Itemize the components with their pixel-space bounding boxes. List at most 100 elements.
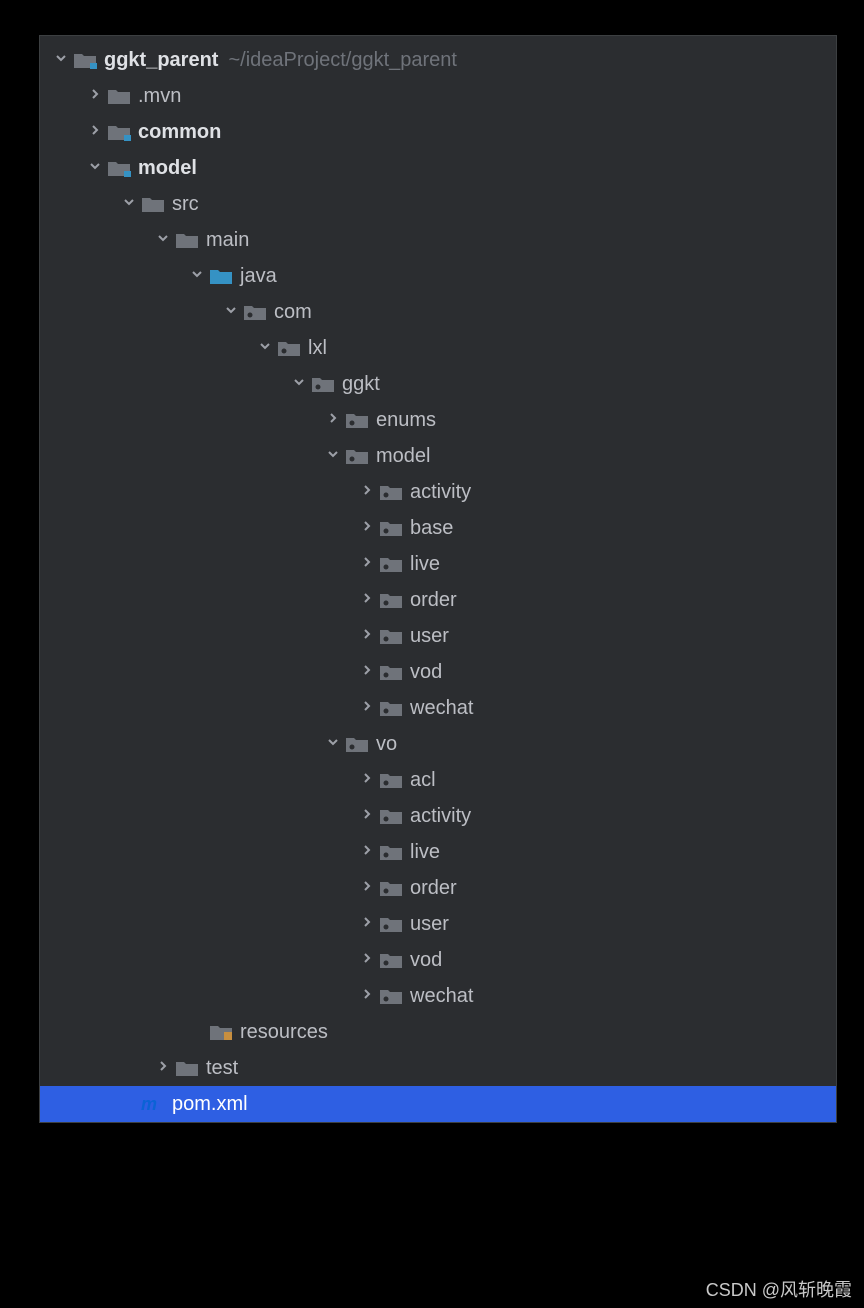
package-icon [378, 625, 404, 647]
package-icon [378, 589, 404, 611]
tree-item-pom[interactable]: m pom.xml [40, 1086, 836, 1122]
folder-icon [174, 1057, 200, 1079]
maven-file-icon: m [140, 1093, 166, 1115]
tree-label: base [410, 510, 453, 546]
tree-item-model-pkg[interactable]: model [40, 438, 836, 474]
package-icon [378, 877, 404, 899]
chevron-right-icon [84, 78, 106, 114]
package-icon [378, 553, 404, 575]
chevron-down-icon [220, 294, 242, 330]
tree-label: main [206, 222, 249, 258]
chevron-down-icon [254, 330, 276, 366]
folder-icon [106, 85, 132, 107]
chevron-down-icon [322, 438, 344, 474]
chevron-down-icon [322, 726, 344, 762]
tree-item-java[interactable]: java [40, 258, 836, 294]
tree-item-vo-live[interactable]: live [40, 834, 836, 870]
tree-item-vo-activity[interactable]: activity [40, 798, 836, 834]
tree-label: wechat [410, 690, 473, 726]
tree-item-mvn[interactable]: .mvn [40, 78, 836, 114]
chevron-right-icon [356, 510, 378, 546]
package-icon [378, 769, 404, 791]
chevron-right-icon [356, 798, 378, 834]
chevron-right-icon [356, 618, 378, 654]
chevron-right-icon [356, 870, 378, 906]
tree-label: live [410, 834, 440, 870]
chevron-right-icon [356, 474, 378, 510]
tree-label: com [274, 294, 312, 330]
tree-label: enums [376, 402, 436, 438]
tree-label: activity [410, 474, 471, 510]
tree-item-vod[interactable]: vod [40, 654, 836, 690]
tree-label: ggkt_parent [104, 42, 218, 78]
package-icon [378, 841, 404, 863]
tree-item-activity[interactable]: activity [40, 474, 836, 510]
tree-label: test [206, 1050, 238, 1086]
tree-label: vo [376, 726, 397, 762]
package-icon [242, 301, 268, 323]
tree-label: activity [410, 798, 471, 834]
chevron-right-icon [84, 114, 106, 150]
tree-item-vo-user[interactable]: user [40, 906, 836, 942]
tree-item-user[interactable]: user [40, 618, 836, 654]
tree-item-vo-acl[interactable]: acl [40, 762, 836, 798]
chevron-right-icon [356, 762, 378, 798]
tree-item-live[interactable]: live [40, 546, 836, 582]
tree-item-base[interactable]: base [40, 510, 836, 546]
tree-item-lxl[interactable]: lxl [40, 330, 836, 366]
tree-label: user [410, 906, 449, 942]
project-tree: ggkt_parent ~/ideaProject/ggkt_parent .m… [40, 42, 836, 1122]
module-folder-icon [106, 157, 132, 179]
tree-item-vo-wechat[interactable]: wechat [40, 978, 836, 1014]
tree-item-com[interactable]: com [40, 294, 836, 330]
tree-item-model[interactable]: model [40, 150, 836, 186]
chevron-down-icon [288, 366, 310, 402]
folder-icon [174, 229, 200, 251]
package-icon [378, 949, 404, 971]
package-icon [378, 481, 404, 503]
chevron-right-icon [356, 654, 378, 690]
tree-label: ggkt [342, 366, 380, 402]
svg-text:m: m [141, 1094, 157, 1114]
tree-label: order [410, 582, 457, 618]
source-folder-icon [208, 265, 234, 287]
package-icon [378, 805, 404, 827]
package-icon [378, 913, 404, 935]
tree-label: src [172, 186, 199, 222]
folder-icon [140, 193, 166, 215]
chevron-right-icon [356, 582, 378, 618]
watermark: CSDN @风斩晚霞 [706, 1276, 852, 1302]
package-icon [276, 337, 302, 359]
package-icon [378, 985, 404, 1007]
tree-item-test[interactable]: test [40, 1050, 836, 1086]
tree-label: pom.xml [172, 1086, 248, 1122]
chevron-right-icon [322, 402, 344, 438]
chevron-down-icon [118, 186, 140, 222]
package-icon [344, 733, 370, 755]
package-icon [310, 373, 336, 395]
tree-label: resources [240, 1014, 328, 1050]
tree-item-main[interactable]: main [40, 222, 836, 258]
tree-item-vo-vod[interactable]: vod [40, 942, 836, 978]
tree-item-vo-order[interactable]: order [40, 870, 836, 906]
tree-item-wechat[interactable]: wechat [40, 690, 836, 726]
chevron-right-icon [152, 1050, 174, 1086]
tree-label: model [138, 150, 197, 186]
tree-item-ggkt[interactable]: ggkt [40, 366, 836, 402]
tree-item-src[interactable]: src [40, 186, 836, 222]
chevron-down-icon [186, 258, 208, 294]
chevron-down-icon [152, 222, 174, 258]
chevron-right-icon [356, 690, 378, 726]
tree-label: .mvn [138, 78, 181, 114]
tree-item-resources[interactable]: resources [40, 1014, 836, 1050]
tree-item-enums[interactable]: enums [40, 402, 836, 438]
tree-item-order[interactable]: order [40, 582, 836, 618]
tree-item-root[interactable]: ggkt_parent ~/ideaProject/ggkt_parent [40, 42, 836, 78]
resources-folder-icon [208, 1021, 234, 1043]
tree-label: acl [410, 762, 436, 798]
tree-item-common[interactable]: common [40, 114, 836, 150]
tree-item-vo[interactable]: vo [40, 726, 836, 762]
tree-label: wechat [410, 978, 473, 1014]
chevron-right-icon [356, 942, 378, 978]
tree-label: common [138, 114, 221, 150]
